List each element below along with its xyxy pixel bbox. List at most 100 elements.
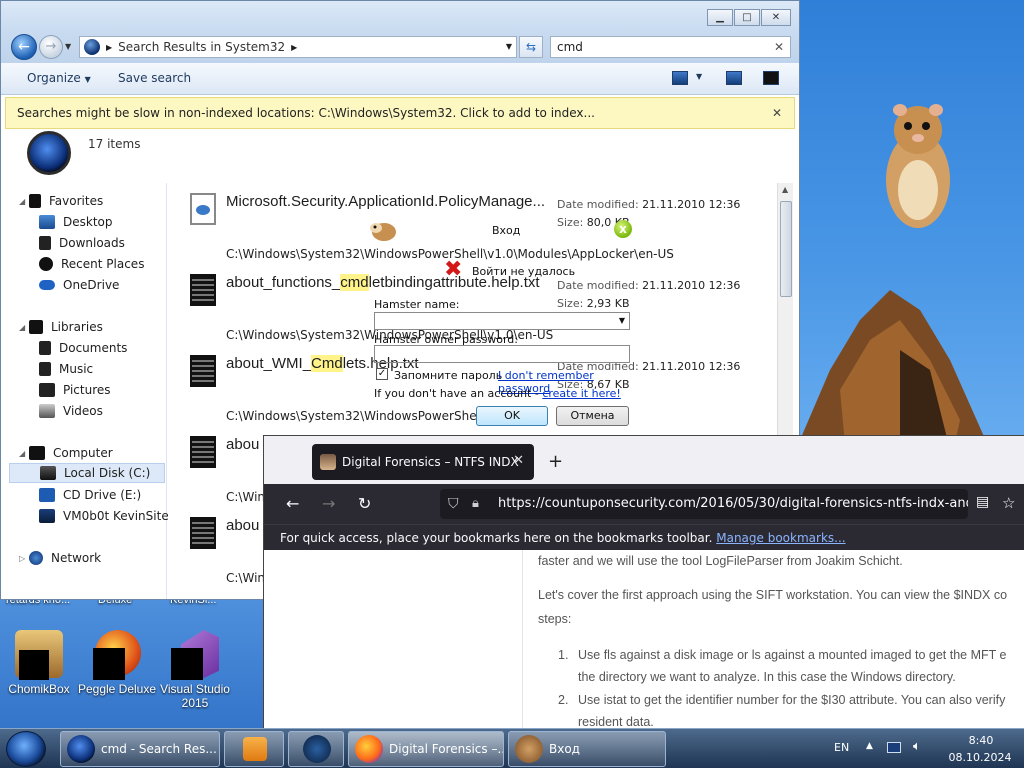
- nav-videos[interactable]: Videos: [39, 401, 103, 421]
- create-account-link[interactable]: create it here!: [542, 387, 620, 400]
- change-view-icon[interactable]: [672, 71, 688, 85]
- remember-password-checkbox[interactable]: ✓: [376, 368, 388, 380]
- no-account-text: If you don't have an account - create it…: [374, 387, 621, 400]
- nav-label: Favorites: [49, 194, 104, 208]
- close-dialog-button[interactable]: x: [614, 220, 632, 238]
- refresh-button[interactable]: ⇆: [519, 36, 543, 58]
- nav-label: Computer: [53, 446, 113, 460]
- ok-button[interactable]: OK: [476, 406, 548, 426]
- maximize-button[interactable]: □: [734, 9, 760, 26]
- desktop-icon-chomikbox[interactable]: ChomikBox: [0, 630, 82, 696]
- nav-onedrive[interactable]: OneDrive: [39, 275, 119, 295]
- clock-date[interactable]: 08.10.2024: [942, 751, 1018, 764]
- bookmark-star-icon[interactable]: ☆: [1002, 494, 1015, 512]
- nav-desktop[interactable]: Desktop: [39, 212, 113, 232]
- close-icon[interactable]: ✕: [772, 98, 782, 128]
- help-icon[interactable]: [763, 71, 779, 85]
- nav-local-disk[interactable]: Local Disk (C:): [9, 463, 165, 483]
- computer-icon: [29, 446, 45, 460]
- browser-tab-active[interactable]: Digital Forensics – NTFS INDX ✕: [312, 444, 534, 480]
- forward-button[interactable]: →: [322, 494, 335, 513]
- save-search-button[interactable]: Save search: [118, 71, 191, 85]
- taskbar-login[interactable]: Вход: [508, 731, 666, 767]
- password-field[interactable]: [374, 345, 630, 363]
- search-highlight: cmd: [340, 274, 369, 291]
- index-info-bar[interactable]: Searches might be slow in non-indexed lo…: [5, 97, 795, 129]
- show-hidden-icons[interactable]: ▲: [866, 741, 873, 751]
- list-item: Use fls against a disk image or ls again…: [578, 648, 1007, 662]
- taskbar-firefox[interactable]: Digital Forensics –...: [348, 731, 504, 767]
- hard-drive-icon: [40, 466, 56, 480]
- chevron-down-icon[interactable]: ▼: [506, 42, 512, 51]
- file-name-part: about_functions_: [226, 274, 341, 291]
- firefox-window: Digital Forensics – NTFS INDX ✕ + ← → ↻ …: [263, 435, 1024, 728]
- nav-cd-drive[interactable]: CD Drive (E:): [39, 485, 141, 505]
- favorites-icon: [29, 194, 41, 208]
- close-tab-icon[interactable]: ✕: [513, 453, 524, 468]
- cancel-button[interactable]: Отмена: [556, 406, 629, 426]
- language-indicator[interactable]: EN: [834, 741, 849, 754]
- hamster-login-dialog: Вход x ✖ Войти не удалось Hamster name: …: [368, 212, 636, 430]
- remember-password-label: Запомните пароль: [394, 369, 503, 382]
- organize-button[interactable]: Organize ▼: [27, 71, 91, 85]
- list-item-number: 1.: [558, 648, 569, 662]
- chevron-right-icon: ▶: [106, 42, 113, 52]
- desktop-icon-peggle[interactable]: Peggle Deluxe: [74, 630, 160, 696]
- explorer-titlebar[interactable]: ▁ □ ✕: [1, 1, 799, 31]
- nav-pictures[interactable]: Pictures: [39, 380, 111, 400]
- nav-vm-share[interactable]: VM0b0t KevinSite: [39, 506, 169, 526]
- login-error-message: Войти не удалось: [472, 265, 576, 278]
- site-favicon: [320, 454, 336, 470]
- nav-downloads[interactable]: Downloads: [39, 233, 125, 253]
- reader-view-icon[interactable]: ▤: [976, 494, 989, 510]
- scrollbar-thumb[interactable]: [780, 201, 792, 297]
- new-tab-button[interactable]: +: [548, 451, 563, 472]
- search-input[interactable]: cmd ✕: [550, 36, 791, 58]
- nav-computer[interactable]: ◢ Computer: [19, 443, 113, 463]
- hamster-name-select[interactable]: ▼: [374, 312, 630, 330]
- forward-button[interactable]: →: [39, 35, 63, 59]
- recent-pages-dropdown[interactable]: ▼: [65, 42, 71, 51]
- clock-time[interactable]: 8:40: [956, 734, 1006, 747]
- start-button[interactable]: [6, 731, 46, 767]
- url-bar[interactable]: ⛉ 🔒︎ https://countuponsecurity.com/2016/…: [440, 489, 968, 519]
- cd-drive-icon: [39, 488, 55, 502]
- nav-documents[interactable]: Documents: [39, 338, 127, 358]
- network-tray-icon[interactable]: [887, 742, 901, 753]
- file-name: Microsoft.Security.ApplicationId.PolicyM…: [226, 193, 546, 210]
- nav-label: Local Disk (C:): [64, 466, 151, 480]
- clear-search-icon[interactable]: ✕: [774, 37, 784, 57]
- chevron-right-icon[interactable]: ▶: [291, 43, 297, 52]
- firefox-icon: [355, 735, 383, 763]
- nav-favorites[interactable]: ◢ Favorites: [19, 191, 103, 211]
- tracking-shield-icon[interactable]: ⛉: [448, 489, 459, 519]
- manage-bookmarks-link[interactable]: Manage bookmarks...: [716, 531, 845, 545]
- desktop-icon-visual-studio[interactable]: Visual Studio 2015: [152, 630, 238, 710]
- taskbar-media-player[interactable]: [224, 731, 284, 767]
- address-bar[interactable]: ▶ Search Results in System32 ▶ ▼: [79, 36, 517, 58]
- preview-pane-icon[interactable]: [726, 71, 742, 85]
- file-name: abou: [226, 517, 260, 534]
- nav-recent-places[interactable]: Recent Places: [39, 254, 144, 274]
- search-results-icon: [84, 39, 100, 55]
- reload-button[interactable]: ↻: [358, 494, 371, 513]
- back-button[interactable]: ←: [286, 494, 299, 513]
- music-icon: [39, 362, 51, 376]
- scroll-up-icon[interactable]: ▲: [782, 185, 788, 194]
- taskbar-explorer[interactable]: cmd - Search Res...: [60, 731, 220, 767]
- nav-libraries[interactable]: ◢ Libraries: [19, 317, 103, 337]
- nav-label: Downloads: [59, 236, 125, 250]
- nav-music[interactable]: Music: [39, 359, 93, 379]
- minimize-button[interactable]: ▁: [707, 9, 733, 26]
- search-results-icon: [67, 735, 95, 763]
- organize-label: Organize: [27, 71, 81, 85]
- taskbar-app[interactable]: [288, 731, 344, 767]
- volume-icon[interactable]: 🔈︎: [913, 739, 921, 754]
- close-button[interactable]: ✕: [761, 9, 791, 26]
- nav-network[interactable]: ▷ Network: [19, 548, 101, 568]
- back-button[interactable]: ←: [11, 34, 37, 60]
- file-path: C:\Win: [226, 490, 266, 504]
- view-dropdown-icon[interactable]: ▼: [696, 72, 702, 81]
- lock-icon[interactable]: 🔒︎: [472, 489, 479, 519]
- no-account-label: If you don't have an account -: [374, 387, 543, 400]
